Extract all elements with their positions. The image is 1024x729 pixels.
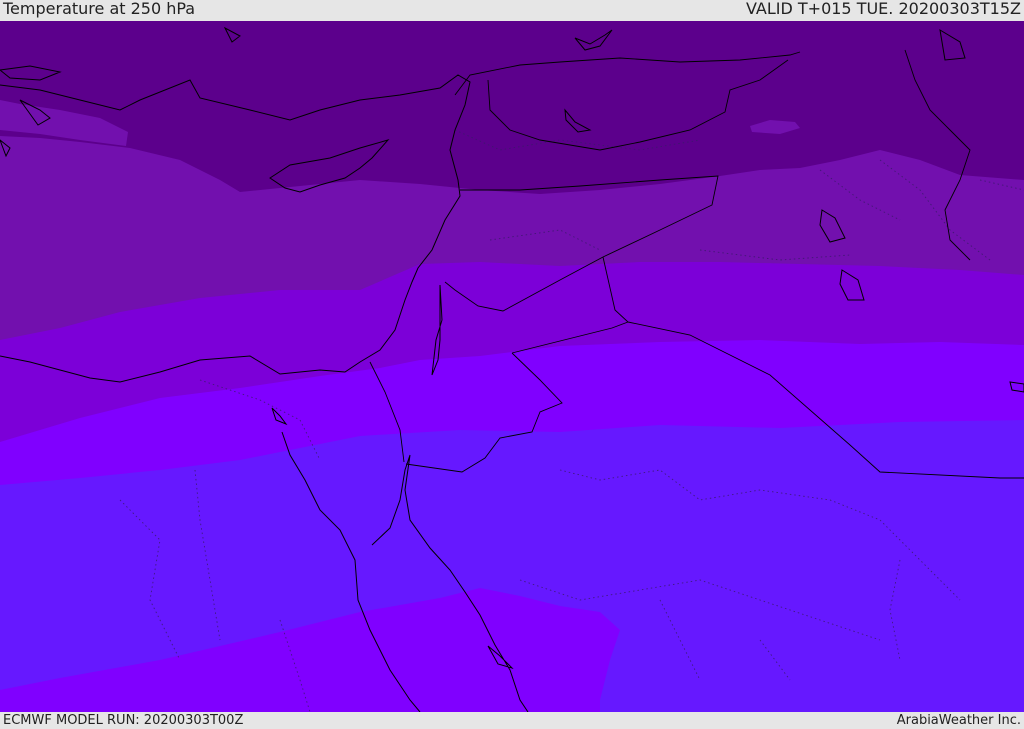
map-title: Temperature at 250 hPa xyxy=(3,0,196,18)
map-footer: ECMWF MODEL RUN: 20200303T00Z ArabiaWeat… xyxy=(0,712,1024,729)
valid-time-label: VALID T+015 TUE. 20200303T15Z xyxy=(745,0,1021,18)
credit-label: ArabiaWeather Inc. xyxy=(896,713,1021,728)
model-run-label: ECMWF MODEL RUN: 20200303T00Z xyxy=(3,713,244,728)
map-header: Temperature at 250 hPa VALID T+015 TUE. … xyxy=(0,0,1024,21)
weather-map-frame: Temperature at 250 hPa VALID T+015 TUE. … xyxy=(0,0,1024,729)
temperature-map xyxy=(0,21,1024,712)
